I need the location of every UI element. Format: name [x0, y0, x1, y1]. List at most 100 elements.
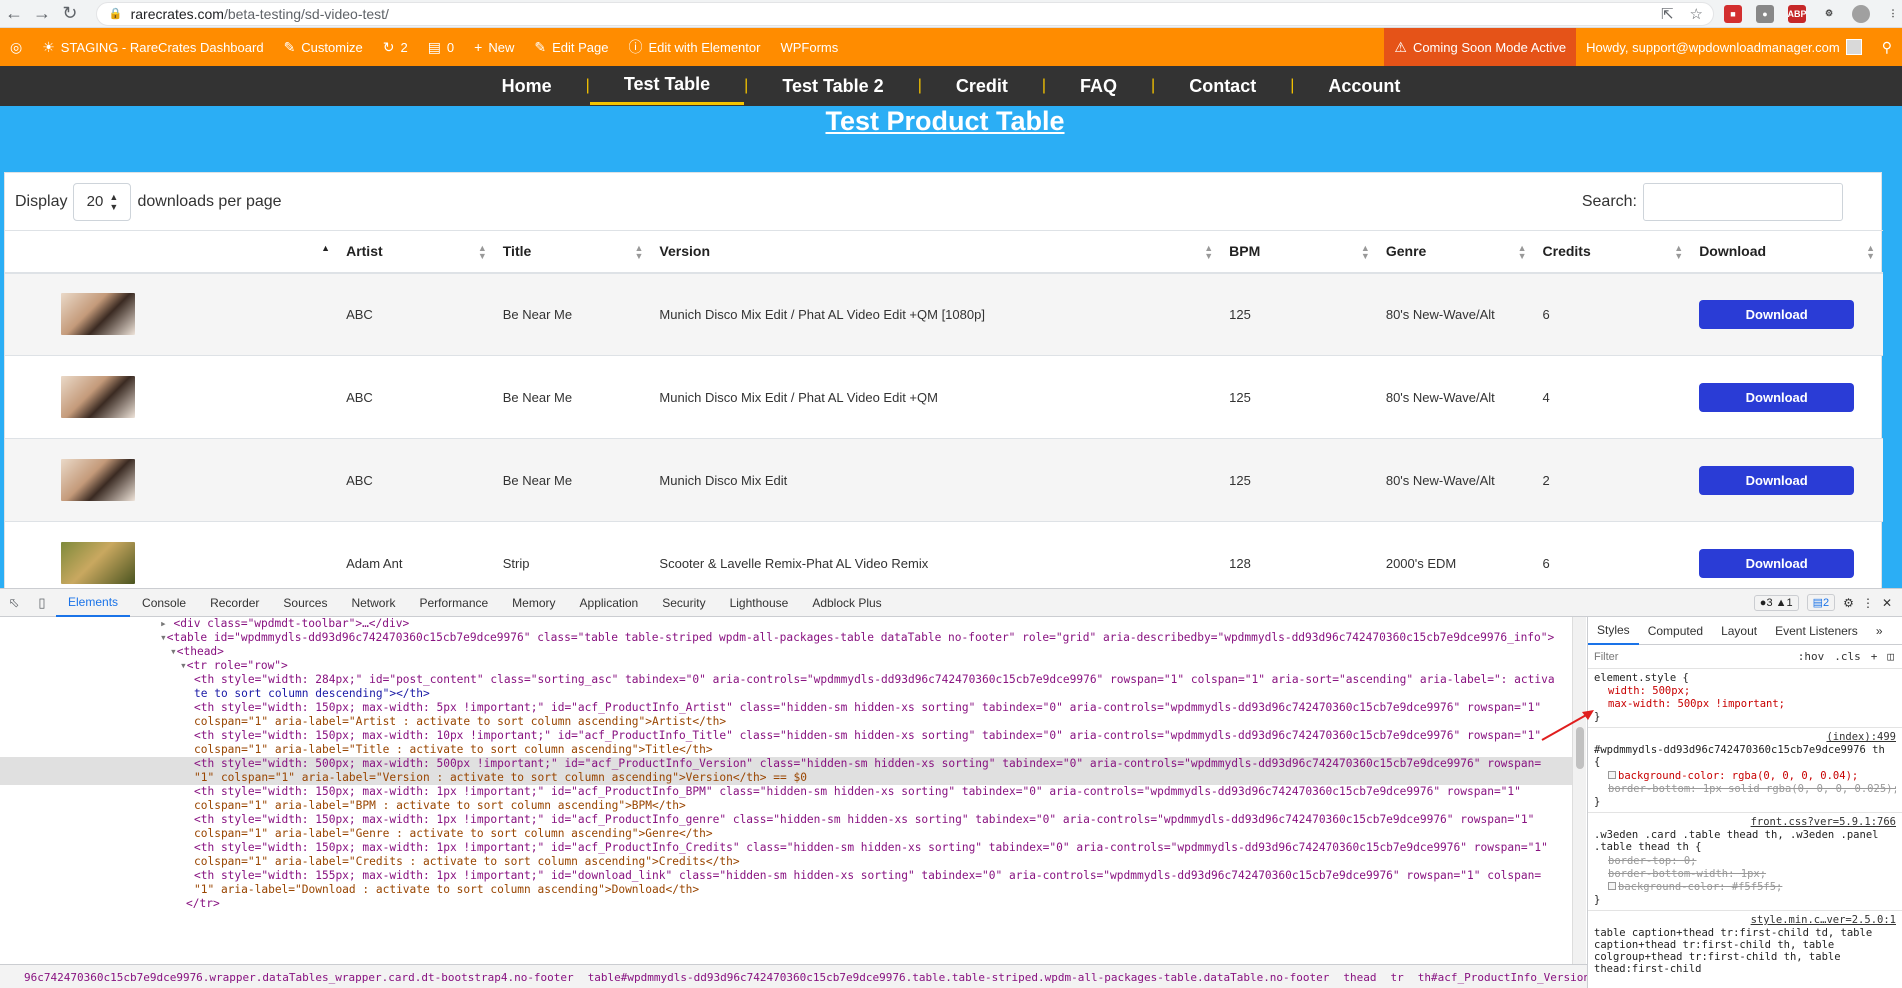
devtools-tab-elements[interactable]: Elements	[56, 589, 131, 617]
devtools-tab-memory[interactable]: Memory	[500, 589, 567, 617]
extension-icon-1[interactable]: ■	[1724, 4, 1742, 23]
search-input[interactable]	[1643, 182, 1843, 221]
download-button[interactable]: Download	[1699, 299, 1855, 329]
product-thumbnail[interactable]	[61, 293, 135, 336]
dom-tree[interactable]: ▸ <div class="wpdmdt-toolbar">…</div> ▾<…	[0, 617, 1572, 964]
column-header-title[interactable]: Title ▲ ▼	[494, 230, 652, 274]
wp-logo-icon[interactable]: ◎	[0, 28, 32, 66]
column-header-thumbnail[interactable]: ▲	[5, 230, 339, 274]
forward-icon[interactable]: →	[28, 0, 56, 28]
column-header-credits[interactable]: Credits ▲ ▼	[1534, 230, 1692, 274]
css-rule[interactable]: style.min.c…ver=2.5.0:1 table caption+th…	[1588, 911, 1902, 982]
download-button[interactable]: Download	[1699, 465, 1855, 495]
rule-source-link[interactable]: front.css?ver=5.9.1:766	[1751, 816, 1896, 828]
dom-node[interactable]: ▾<tr role="row">	[0, 659, 1572, 673]
admin-wpforms-link[interactable]: WPForms	[770, 28, 848, 66]
dom-node[interactable]: ▾<table id="wpdmmydls-dd93d96c742470360c…	[0, 631, 1572, 645]
admin-search-icon[interactable]: ⚲	[1872, 28, 1902, 66]
nav-test-table-2[interactable]: Test Table 2	[748, 67, 917, 105]
devtools-tab-network[interactable]: Network	[339, 589, 407, 617]
page-title[interactable]: Test Product Table	[0, 106, 1890, 137]
admin-comments-link[interactable]: ▤ 0	[418, 28, 464, 66]
extension-icon-2[interactable]: ●	[1756, 4, 1774, 23]
nav-faq[interactable]: FAQ	[1046, 67, 1151, 105]
product-thumbnail[interactable]	[61, 542, 135, 584]
extensions-puzzle-icon[interactable]: ⚙	[1820, 5, 1838, 23]
devtools-tab-sources[interactable]: Sources	[271, 589, 339, 617]
devtools-tab-console[interactable]: Console	[130, 589, 198, 617]
column-header-download[interactable]: Download ▲ ▼	[1691, 230, 1883, 274]
nav-account[interactable]: Account	[1294, 67, 1434, 105]
devtools-tab-lighthouse[interactable]: Lighthouse	[718, 589, 801, 617]
dom-node[interactable]: <th style="width: 150px; max-width: 10px…	[0, 729, 1572, 743]
cls-toggle[interactable]: .cls	[1834, 650, 1861, 663]
breadcrumb-item[interactable]: table#wpdmmydls-dd93d96c742470360c15cb7e…	[588, 971, 1330, 984]
more-tabs-icon[interactable]: »	[1867, 617, 1892, 645]
nav-contact[interactable]: Contact	[1155, 67, 1290, 105]
breadcrumb-item[interactable]: tr	[1391, 971, 1404, 984]
admin-elementor-link[interactable]: ⓘ Edit with Elementor	[618, 28, 770, 66]
styles-tab-styles[interactable]: Styles	[1588, 617, 1639, 645]
breadcrumb-item-selected[interactable]: th#acf_ProductInfo_Version.hidden-sm.hid…	[1418, 971, 1587, 984]
per-page-select[interactable]: 20 ▲ ▼	[73, 182, 132, 221]
dom-tree-scrollbar[interactable]	[1572, 617, 1586, 964]
dom-node[interactable]: <th style="width: 284px;" id="post_conte…	[0, 673, 1572, 687]
inspect-element-icon[interactable]: ⬁	[0, 589, 28, 617]
hov-toggle[interactable]: :hov	[1798, 650, 1825, 663]
nav-credit[interactable]: Credit	[922, 67, 1042, 105]
new-rule-plus-icon[interactable]: +	[1871, 650, 1878, 663]
devtools-tab-performance[interactable]: Performance	[407, 589, 500, 617]
admin-customize-link[interactable]: ✎ Customize	[274, 28, 373, 66]
breadcrumb-item[interactable]: thead	[1343, 971, 1376, 984]
messages-badge[interactable]: ▤2	[1806, 594, 1836, 611]
dom-node[interactable]: ▾<thead>	[0, 645, 1572, 659]
admin-updates-link[interactable]: ↻ 2	[373, 28, 418, 66]
product-thumbnail[interactable]	[61, 376, 135, 418]
profile-avatar-icon[interactable]	[1852, 4, 1870, 23]
rule-source-link[interactable]: (index):499	[1826, 731, 1896, 743]
admin-account-link[interactable]: Howdy, support@wpdownloadmanager.com	[1576, 28, 1872, 66]
admin-site-link[interactable]: ☀ STAGING - RareCrates Dashboard	[32, 28, 273, 66]
coming-soon-badge[interactable]: ⚠ Coming Soon Mode Active	[1384, 28, 1577, 66]
share-icon[interactable]: ⇱	[1661, 5, 1674, 23]
styles-tab-computed[interactable]: Computed	[1639, 617, 1712, 645]
nav-home[interactable]: Home	[468, 67, 586, 105]
breadcrumb-item[interactable]: 96c742470360c15cb7e9dce9976.wrapper.data…	[24, 971, 574, 984]
devtools-tab-application[interactable]: Application	[568, 589, 651, 617]
rule-source-link[interactable]: style.min.c…ver=2.5.0:1	[1751, 914, 1896, 926]
reload-icon[interactable]: ↻	[56, 0, 84, 28]
adblock-icon[interactable]: ABP	[1788, 4, 1807, 23]
column-header-genre[interactable]: Genre ▲ ▼	[1377, 230, 1535, 274]
devtools-tab-recorder[interactable]: Recorder	[198, 589, 271, 617]
back-icon[interactable]: ←	[0, 0, 28, 28]
css-rule[interactable]: (index):499 #wpdmmydls-dd93d96c742470360…	[1588, 728, 1902, 813]
styles-tab-event-listeners[interactable]: Event Listeners	[1766, 617, 1867, 645]
download-button[interactable]: Download	[1699, 548, 1855, 578]
admin-new-link[interactable]: + New	[464, 28, 524, 66]
dom-node[interactable]: <th style="width: 150px; max-width: 1px …	[0, 785, 1572, 799]
dom-node[interactable]: <th style="width: 150px; max-width: 5px …	[0, 701, 1572, 715]
dom-node[interactable]: ▸ <div class="wpdmdt-toolbar">…</div>	[0, 617, 1572, 631]
dom-node-selected[interactable]: <th style="width: 500px; max-width: 500p…	[0, 757, 1572, 771]
product-thumbnail[interactable]	[61, 459, 135, 501]
column-header-bpm[interactable]: BPM ▲ ▼	[1221, 230, 1378, 274]
column-header-version[interactable]: Version ▲ ▼	[651, 230, 1222, 274]
nav-test-table[interactable]: Test Table	[589, 67, 745, 105]
download-button[interactable]: Download	[1699, 382, 1855, 412]
menu-dots-icon[interactable]: ⋮	[1884, 5, 1902, 23]
dom-node[interactable]: <th style="width: 150px; max-width: 1px …	[0, 841, 1572, 855]
css-rule[interactable]: front.css?ver=5.9.1:766 .w3eden .card .t…	[1588, 813, 1902, 911]
toggle-sidebar-icon[interactable]: ◫	[1887, 650, 1894, 663]
dom-node[interactable]: </tr>	[0, 897, 1572, 911]
column-header-artist[interactable]: Artist ▲ ▼	[338, 230, 495, 274]
devtools-tab-adblock-plus[interactable]: Adblock Plus	[800, 589, 893, 617]
more-options-icon[interactable]: ⋮	[1862, 596, 1874, 610]
css-rule[interactable]: element.style { width: 500px; max-width:…	[1588, 669, 1902, 728]
issues-badge[interactable]: ●3 ▲1	[1753, 594, 1799, 611]
styles-tab-layout[interactable]: Layout	[1712, 617, 1766, 645]
devtools-tab-security[interactable]: Security	[650, 589, 717, 617]
admin-edit-page-link[interactable]: ✎ Edit Page	[524, 28, 618, 66]
bookmark-star-icon[interactable]: ☆	[1690, 5, 1703, 23]
settings-gear-icon[interactable]: ⚙	[1843, 596, 1854, 610]
styles-filter-input[interactable]: Filter :hov .cls + ◫	[1588, 645, 1902, 669]
